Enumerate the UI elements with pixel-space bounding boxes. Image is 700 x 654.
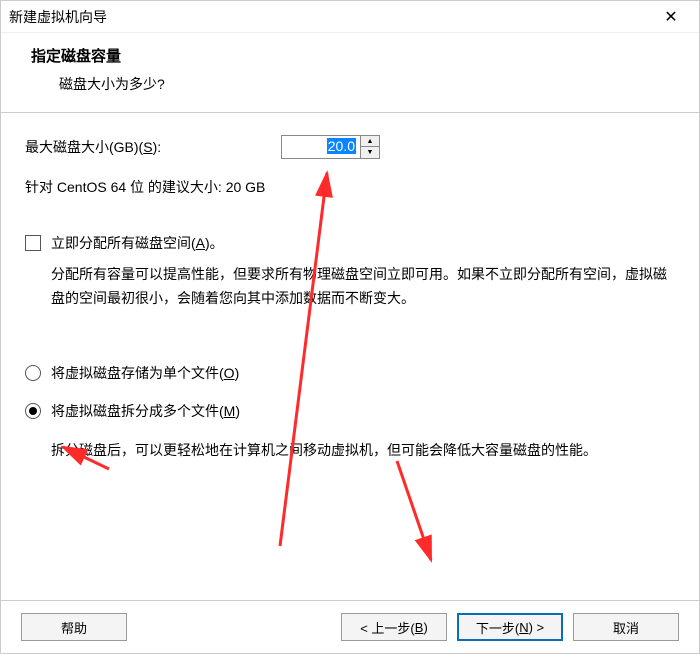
store-split-row[interactable]: 将虚拟磁盘拆分成多个文件(M) bbox=[25, 401, 675, 421]
page-subtitle: 磁盘大小为多少? bbox=[59, 74, 669, 94]
store-single-row[interactable]: 将虚拟磁盘存储为单个文件(O) bbox=[25, 363, 675, 383]
wizard-window: 新建虚拟机向导 ✕ 指定磁盘容量 磁盘大小为多少? 最大磁盘大小(GB)(S):… bbox=[0, 0, 700, 654]
titlebar: 新建虚拟机向导 ✕ bbox=[1, 1, 699, 33]
spinner-up-icon[interactable]: ▲ bbox=[361, 136, 379, 147]
allocate-now-checkbox[interactable] bbox=[25, 235, 41, 251]
store-split-desc: 拆分磁盘后，可以更轻松地在计算机之间移动虚拟机，但可能会降低大容量磁盘的性能。 bbox=[51, 439, 671, 463]
back-button[interactable]: < 上一步(B) bbox=[341, 613, 447, 641]
content-area: 最大磁盘大小(GB)(S): 20.0 ▲ ▼ 针对 CentOS 64 位 的… bbox=[1, 112, 699, 601]
suggested-size-label: 针对 CentOS 64 位 的建议大小: 20 GB bbox=[25, 177, 675, 197]
spinner-down-icon[interactable]: ▼ bbox=[361, 147, 379, 158]
store-single-label: 将虚拟磁盘存储为单个文件(O) bbox=[51, 363, 239, 383]
footer: 帮助 < 上一步(B) 下一步(N) > 取消 bbox=[1, 601, 699, 653]
disk-size-input[interactable]: 20.0 bbox=[281, 135, 361, 159]
next-button[interactable]: 下一步(N) > bbox=[457, 613, 563, 641]
spinner-buttons: ▲ ▼ bbox=[361, 135, 380, 159]
cancel-button[interactable]: 取消 bbox=[573, 613, 679, 641]
help-button[interactable]: 帮助 bbox=[21, 613, 127, 641]
allocate-now-label: 立即分配所有磁盘空间(A)。 bbox=[51, 233, 224, 253]
window-title: 新建虚拟机向导 bbox=[9, 7, 651, 27]
store-split-label: 将虚拟磁盘拆分成多个文件(M) bbox=[51, 401, 240, 421]
disk-size-row: 最大磁盘大小(GB)(S): 20.0 ▲ ▼ bbox=[25, 135, 675, 159]
allocate-now-desc: 分配所有容量可以提高性能，但要求所有物理磁盘空间立即可用。如果不立即分配所有空间… bbox=[51, 263, 671, 311]
header: 指定磁盘容量 磁盘大小为多少? bbox=[1, 33, 699, 112]
disk-size-label: 最大磁盘大小(GB)(S): bbox=[25, 137, 161, 157]
disk-size-spinner[interactable]: 20.0 ▲ ▼ bbox=[281, 135, 380, 159]
page-title: 指定磁盘容量 bbox=[31, 45, 669, 66]
store-split-radio[interactable] bbox=[25, 403, 41, 419]
allocate-now-row[interactable]: 立即分配所有磁盘空间(A)。 bbox=[25, 233, 675, 253]
store-single-radio[interactable] bbox=[25, 365, 41, 381]
close-icon[interactable]: ✕ bbox=[651, 3, 691, 31]
